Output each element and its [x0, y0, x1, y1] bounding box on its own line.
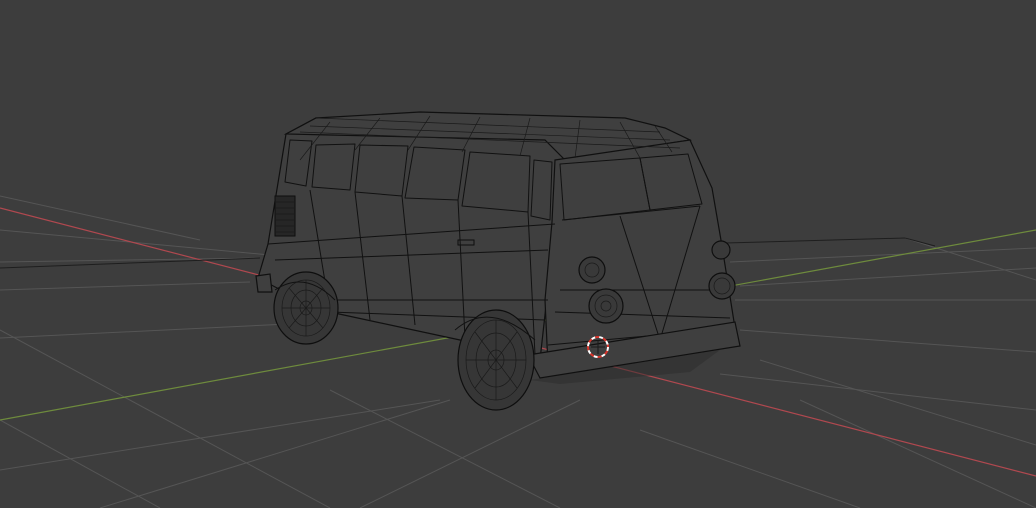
front-lamp-left-upper	[578, 256, 606, 284]
front-wheel	[457, 309, 535, 411]
3d-viewport[interactable]	[0, 0, 1036, 508]
horizon-line-right-2	[904, 237, 936, 247]
van-model[interactable]	[255, 111, 741, 411]
viewport-canvas[interactable]	[0, 0, 1036, 508]
headlight-left	[588, 288, 624, 324]
front-lamp-right-upper	[711, 240, 731, 260]
horizon-line-right	[724, 237, 906, 244]
3d-cursor-icon[interactable]	[587, 336, 609, 358]
headlight-right	[708, 272, 736, 300]
